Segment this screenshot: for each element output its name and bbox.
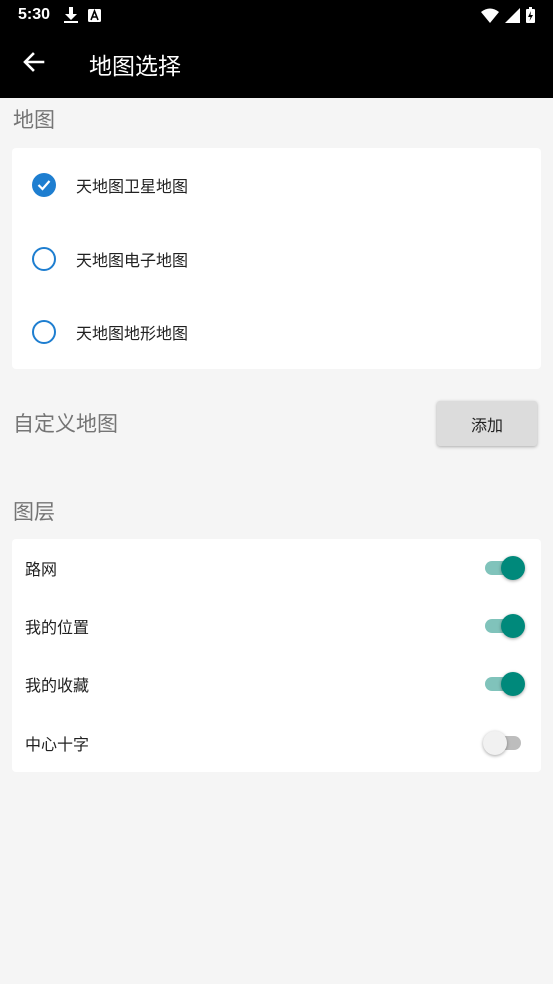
a-notification-icon <box>88 8 102 22</box>
map-option-satellite[interactable]: 天地图卫星地图 <box>12 148 541 222</box>
layer-row-my-location[interactable]: 我的位置 <box>12 597 541 655</box>
page-title: 地图选择 <box>89 54 181 80</box>
map-option-label: 天地图电子地图 <box>76 251 189 270</box>
layer-label: 路网 <box>25 560 58 579</box>
layer-toggle[interactable] <box>483 613 525 639</box>
radio-checked-icon[interactable] <box>32 173 56 197</box>
maps-card: 天地图卫星地图 天地图电子地图 天地图地形地图 <box>12 148 541 369</box>
maps-section-label: 地图 <box>13 108 55 132</box>
map-option-electronic[interactable]: 天地图电子地图 <box>12 222 541 296</box>
layer-toggle[interactable] <box>483 730 525 756</box>
status-bar: 5:30 <box>0 0 553 30</box>
status-time: 5:30 <box>18 6 51 23</box>
layer-row-my-favorites[interactable]: 我的收藏 <box>12 655 541 713</box>
layer-label: 中心十字 <box>25 735 90 754</box>
download-icon <box>64 7 79 23</box>
back-button[interactable] <box>0 30 68 98</box>
battery-icon <box>526 7 535 23</box>
map-option-label: 天地图地形地图 <box>76 324 189 343</box>
radio-unchecked-icon[interactable] <box>32 247 56 271</box>
map-option-terrain[interactable]: 天地图地形地图 <box>12 295 541 369</box>
radio-unchecked-icon[interactable] <box>32 320 56 344</box>
layer-toggle[interactable] <box>483 555 525 581</box>
layer-row-center-cross[interactable]: 中心十字 <box>12 714 541 772</box>
signal-icon <box>505 7 520 23</box>
map-option-label: 天地图卫星地图 <box>76 177 189 196</box>
layer-row-road-network[interactable]: 路网 <box>12 539 541 597</box>
layers-card: 路网 我的位置 我的收藏 中心十字 <box>12 539 541 772</box>
layers-section-label: 图层 <box>13 500 55 524</box>
add-custom-map-button[interactable]: 添加 <box>437 401 537 446</box>
wifi-icon <box>481 8 499 23</box>
layer-label: 我的收藏 <box>25 676 90 695</box>
layer-label: 我的位置 <box>25 618 90 637</box>
arrow-left-icon <box>23 51 45 77</box>
app-bar: 地图选择 <box>0 30 553 98</box>
custom-map-label: 自定义地图 <box>13 412 118 436</box>
layer-toggle[interactable] <box>483 671 525 697</box>
